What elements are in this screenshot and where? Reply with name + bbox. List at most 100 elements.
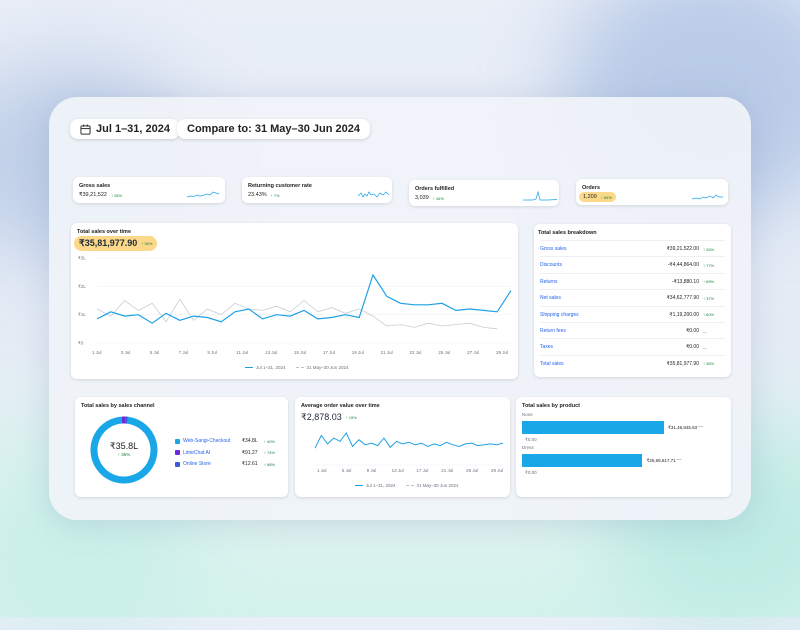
metric-value: ₹39,21,522 — [79, 192, 107, 198]
channel-change: ↑ 74% — [264, 450, 275, 455]
x-tick-label: 11 Jul — [236, 350, 248, 355]
legend-current: Jul 1–31, 2024 — [366, 483, 396, 488]
section-title: Total sales breakdown — [538, 230, 597, 236]
x-tick-label: 15 Jul — [294, 350, 306, 355]
x-tick-label: 23 Jul — [409, 350, 421, 355]
x-tick-label: 21 Jul — [381, 350, 393, 355]
breakdown-row[interactable]: Discounts-₹4,44,864.00↑ 77% — [540, 256, 725, 273]
x-tick-label: 19 Jul — [352, 350, 364, 355]
metric-value: 23.43% — [248, 192, 267, 198]
breakdown-value: ₹0.00 — [686, 344, 699, 350]
breakdown-value: ₹39,21,522.00 — [667, 246, 699, 252]
channel-value: ₹34.8L — [242, 438, 264, 444]
date-range-button[interactable]: Jul 1–31, 2024 — [70, 119, 180, 139]
x-tick-label: 5 Jul — [150, 350, 160, 355]
series-line-current — [97, 275, 511, 323]
y-tick-label: ₹0 — [78, 341, 84, 346]
legend-current: Jul 1–31, 2024 — [256, 365, 286, 370]
breakdown-row[interactable]: Gross sales₹39,21,522.00↑ 26% — [540, 240, 725, 257]
channel-swatch — [175, 439, 180, 444]
section-title: Total sales by sales channel — [81, 403, 155, 409]
section-title: Total sales by product — [522, 403, 580, 409]
breakdown-label[interactable]: Return fees — [540, 328, 686, 334]
metric-value: 3,039 — [415, 195, 429, 201]
series-line-current — [315, 433, 503, 448]
breakdown-label[interactable]: Taxes — [540, 344, 686, 350]
metric-value: 1,209 — [583, 194, 597, 200]
channel-row[interactable]: Online Store₹12.61↑ 68% — [175, 459, 275, 469]
calendar-icon — [80, 124, 91, 135]
breakdown-label[interactable]: Returns — [540, 279, 672, 285]
x-tick-label: 1 Jul — [92, 350, 102, 355]
breakdown-change: ↑ 69% — [699, 279, 725, 284]
breakdown-row[interactable]: Net sales₹34,62,777.90↑ 37% — [540, 289, 725, 306]
breakdown-change: ↑ 26% — [699, 247, 725, 252]
channel-label[interactable]: LimeChat AI — [183, 450, 242, 456]
x-tick-label: 13 Jul — [392, 468, 404, 473]
channel-row[interactable]: LimeChat AI₹91.27↑ 74% — [175, 448, 275, 458]
breakdown-label[interactable]: Net sales — [540, 295, 667, 301]
breakdown-label[interactable]: Total sales — [540, 361, 667, 367]
product-name: None — [522, 412, 533, 417]
legend-previous: 31 May–30 Jun 2024 — [417, 483, 459, 488]
compare-button[interactable]: Compare to: 31 May–30 Jun 2024 — [177, 119, 370, 139]
y-tick-label: ₹3L — [78, 256, 86, 261]
channel-value: ₹12.61 — [242, 461, 264, 467]
metric-title: Returning customer rate — [248, 183, 312, 189]
metric-card-returning-rate[interactable]: Returning customer rate 23.43% ↑ 7% — [242, 177, 392, 203]
x-tick-label: 9 Jul — [207, 350, 217, 355]
metric-title: Orders — [582, 185, 600, 191]
breakdown-row[interactable]: Total sales₹35,81,977.90↑ 36% — [540, 355, 725, 372]
product-bar-value: ₹31,46,845.63 — [668, 425, 697, 431]
breakdown-label[interactable]: Shipping charges — [540, 312, 669, 318]
breakdown-change: ↑ 37% — [699, 296, 725, 301]
x-tick-label: 25 Jul — [438, 350, 450, 355]
x-tick-label: 29 Jul — [491, 468, 503, 473]
sparkline — [523, 190, 557, 202]
metric-card-orders[interactable]: Orders 1,209 ↑ 65% — [576, 179, 728, 205]
breakdown-row[interactable]: Taxes₹0.00— — [540, 338, 725, 355]
metric-card-orders-fulfilled[interactable]: Orders fulfilled 3,039 ↑ 16% — [409, 180, 559, 206]
breakdown-value: ₹34,62,777.90 — [667, 295, 699, 301]
x-tick-label: 21 Jul — [441, 468, 453, 473]
sales-breakdown-card: Total sales breakdown Gross sales₹39,21,… — [534, 224, 731, 377]
date-range-label: Jul 1–31, 2024 — [96, 123, 170, 135]
breakdown-row[interactable]: Shipping charges₹1,19,200.00↑ 60% — [540, 306, 725, 323]
product-name: Dress — [522, 445, 534, 450]
x-tick-label: 1 Jul — [317, 468, 327, 473]
breakdown-label[interactable]: Discounts — [540, 262, 668, 268]
sparkline — [692, 191, 724, 201]
breakdown-row[interactable]: Returns-₹13,880.10↑ 69% — [540, 273, 725, 290]
sales-by-product-card: Total sales by product None ₹31,46,845.63… — [516, 397, 731, 497]
metric-title: Gross sales — [79, 183, 110, 189]
metric-change: ↑ 16% — [433, 196, 444, 201]
breakdown-label[interactable]: Gross sales — [540, 246, 667, 252]
product-bar[interactable] — [522, 454, 642, 467]
channel-row[interactable]: Web-Sangi-Checkout₹34.8L↑ 40% — [175, 436, 275, 446]
channel-label[interactable]: Online Store — [183, 461, 242, 467]
x-tick-label: 27 Jul — [467, 350, 479, 355]
sales-line-chart: ₹3L₹2L₹1L₹01 Jul3 Jul5 Jul7 Jul9 Jul11 J… — [71, 223, 518, 379]
sales-by-channel-card: Total sales by sales channel ₹35.8L ↑ 36… — [75, 397, 288, 497]
x-tick-label: 17 Jul — [416, 468, 428, 473]
x-tick-label: 29 Jul — [496, 350, 508, 355]
x-tick-label: 3 Jul — [121, 350, 131, 355]
chart-legend: Jul 1–31, 2024 31 May–30 Jun 2024 — [355, 483, 459, 488]
sparkline — [187, 189, 221, 199]
breakdown-change: ↑ 60% — [699, 312, 725, 317]
breakdown-row[interactable]: Return fees₹0.00— — [540, 322, 725, 339]
channel-swatch — [175, 450, 180, 455]
channel-label[interactable]: Web-Sangi-Checkout — [183, 438, 242, 444]
breakdown-value: -₹13,880.10 — [672, 279, 699, 285]
avg-order-value-card: Average order value over time ₹2,878.03 … — [295, 397, 510, 497]
metric-title: Orders fulfilled — [415, 186, 454, 192]
metric-card-gross-sales[interactable]: Gross sales ₹39,21,522↑ 28% — [73, 177, 225, 203]
product-bar[interactable] — [522, 421, 664, 434]
breakdown-value: ₹1,19,200.00 — [669, 312, 699, 318]
metric-change: ↑ 7% — [271, 193, 280, 198]
x-tick-label: 5 Jul — [342, 468, 352, 473]
x-tick-label: 7 Jul — [179, 350, 189, 355]
channel-swatch — [175, 462, 180, 467]
channel-value: ₹91.27 — [242, 450, 264, 456]
metric-change: ↑ 65% — [601, 195, 612, 200]
